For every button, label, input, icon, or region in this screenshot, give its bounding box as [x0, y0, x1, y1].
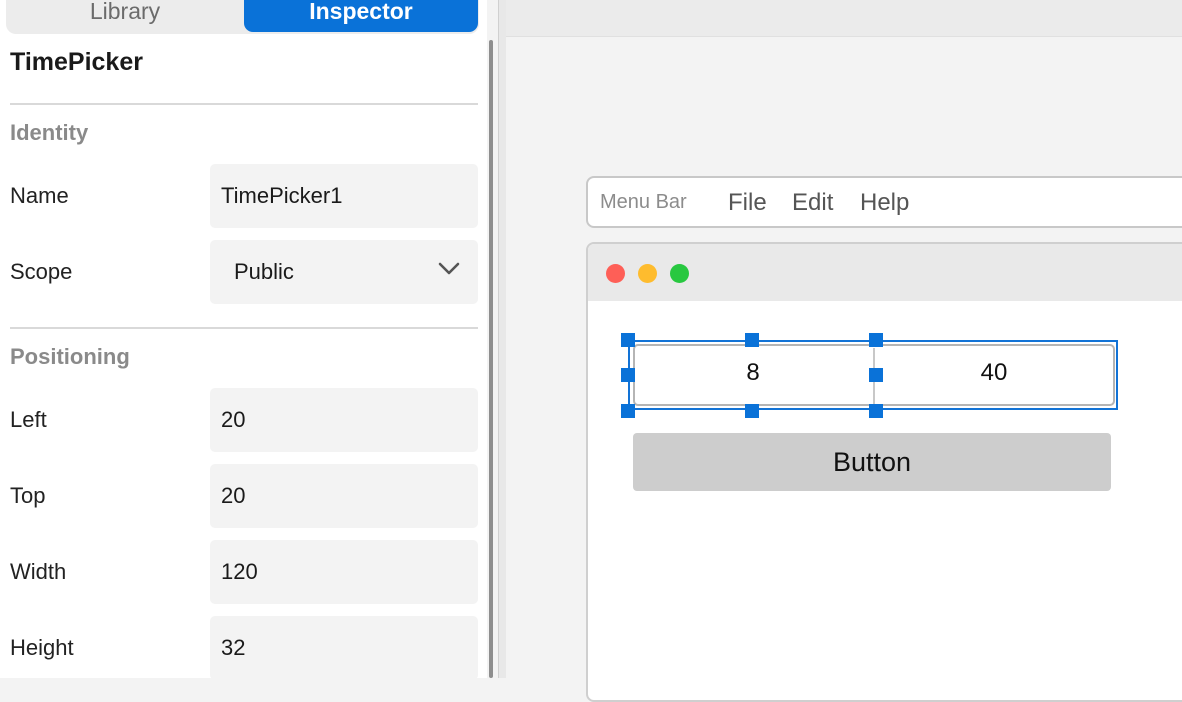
canvas-toolbar-strip — [506, 0, 1182, 37]
resize-handle-bottom-left[interactable] — [621, 404, 635, 418]
resize-handle-top-mid-left[interactable] — [745, 333, 759, 347]
width-label: Width — [10, 559, 67, 584]
section-positioning: Positioning — [10, 344, 130, 369]
timepicker-minute[interactable]: 40 — [934, 359, 1054, 387]
inspector-scrollbar[interactable] — [489, 40, 493, 678]
resize-handle-left[interactable] — [621, 368, 635, 382]
close-light-icon[interactable] — [606, 264, 625, 283]
library-inspector-segmented-control: Library Inspector — [6, 0, 479, 34]
width-field[interactable]: 120 — [210, 540, 478, 604]
divider — [10, 327, 478, 329]
object-title: TimePicker — [10, 48, 143, 76]
button-control[interactable]: Button — [633, 433, 1111, 491]
top-field[interactable]: 20 — [210, 464, 478, 528]
timepicker-hour[interactable]: 8 — [693, 359, 813, 387]
menu-item-help[interactable]: Help — [860, 189, 909, 217]
minimize-light-icon[interactable] — [638, 264, 657, 283]
resize-handle-top-mid-right[interactable] — [869, 333, 883, 347]
chevron-down-icon — [438, 262, 460, 275]
name-label: Name — [10, 183, 69, 208]
left-label: Left — [10, 407, 47, 432]
left-field[interactable]: 20 — [210, 388, 478, 452]
inspector-panel: Library Inspector TimePicker Identity Na… — [0, 0, 487, 680]
window-titlebar — [588, 244, 1182, 301]
name-field[interactable]: TimePicker1 — [210, 164, 478, 228]
zoom-light-icon[interactable] — [670, 264, 689, 283]
top-label: Top — [10, 483, 46, 508]
scope-label: Scope — [10, 259, 73, 284]
resize-handle-bottom-mid-left[interactable] — [745, 404, 759, 418]
resize-handle-center[interactable] — [869, 368, 883, 382]
menu-item-file[interactable]: File — [728, 189, 767, 217]
resize-handle-bottom-mid-right[interactable] — [869, 404, 883, 418]
scope-value: Public — [234, 259, 294, 284]
menu-bar-preview[interactable]: Menu Bar File Edit Help — [586, 176, 1182, 228]
height-label: Height — [10, 635, 74, 660]
section-identity: Identity — [10, 120, 89, 145]
height-field[interactable]: 32 — [210, 616, 478, 680]
tab-library[interactable]: Library — [6, 0, 244, 32]
divider — [10, 103, 478, 105]
scope-select[interactable]: Public — [210, 240, 478, 304]
menu-bar-caption: Menu Bar — [600, 191, 687, 213]
panel-splitter[interactable] — [498, 0, 506, 678]
resize-handle-top-left[interactable] — [621, 333, 635, 347]
tab-inspector[interactable]: Inspector — [244, 0, 478, 32]
menu-item-edit[interactable]: Edit — [792, 189, 833, 217]
